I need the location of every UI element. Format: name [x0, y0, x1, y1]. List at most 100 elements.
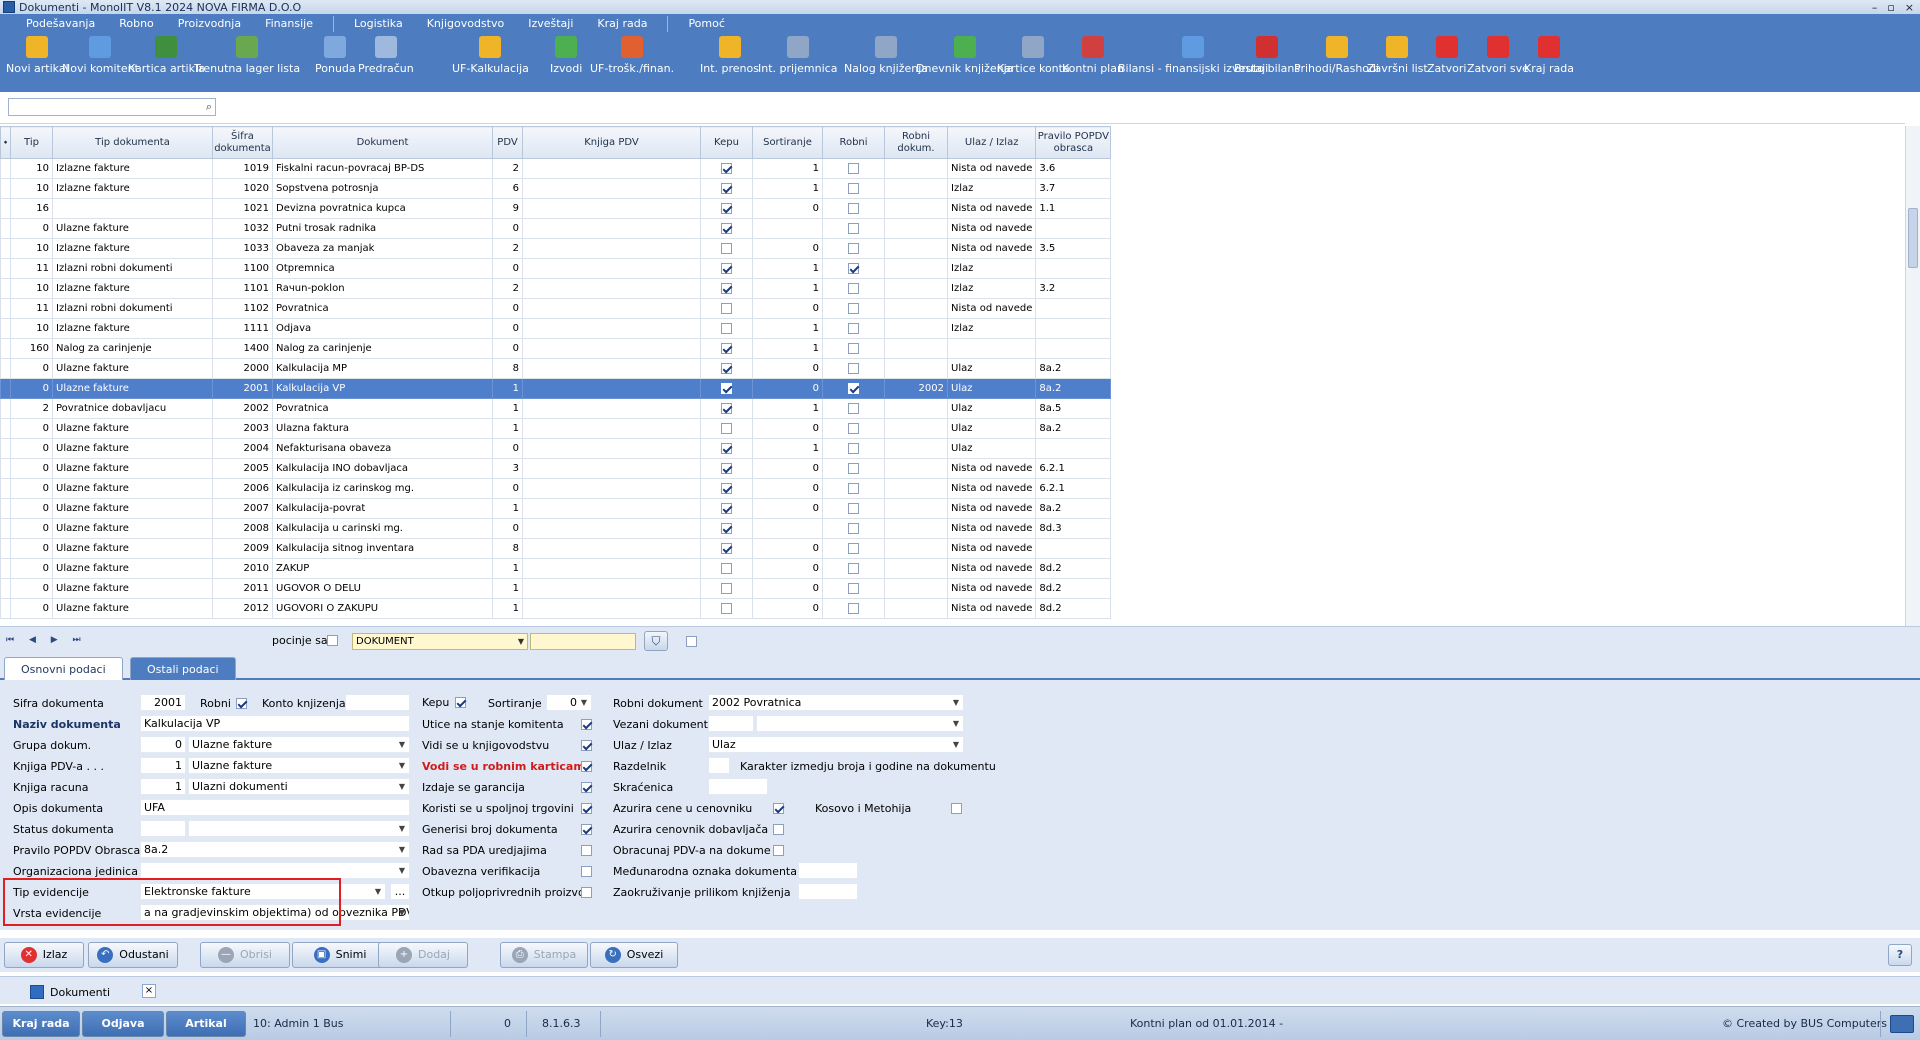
cell-pdv[interactable]: 9 [492, 198, 523, 219]
cell-pravilo[interactable]: 8d.2 [1035, 598, 1112, 619]
cell-sortiranje[interactable]: 1 [752, 438, 823, 459]
cell-pravilo[interactable] [1035, 298, 1112, 319]
table-row[interactable]: 11 Izlazni robni dokumenti 1100 Otpremnica 0… [0, 258, 1112, 279]
status-code[interactable] [140, 820, 186, 837]
checkbox[interactable] [721, 402, 732, 414]
cell-sortiranje[interactable]: 1 [752, 258, 823, 279]
table-row[interactable]: 16 1021 Devizna povratnica kupca 9 0 Nista od… [0, 198, 1112, 219]
checkbox[interactable] [848, 302, 859, 314]
cell-robni[interactable] [822, 438, 885, 459]
naziv-field[interactable]: Kalkulacija VP [140, 715, 410, 732]
cell-pravilo[interactable]: 8a.2 [1035, 498, 1112, 519]
maximize-button[interactable]: ▫ [1887, 1, 1894, 14]
cell-dokument[interactable]: Fiskalni racun-povracaj BP-DS [272, 158, 493, 179]
cell-pravilo[interactable] [1035, 318, 1112, 339]
cell-tip[interactable]: 11 [10, 258, 53, 279]
robni-checkbox[interactable] [236, 698, 247, 709]
checkbox[interactable] [848, 242, 859, 254]
filter-funnel-button[interactable]: ⛉ [644, 631, 668, 651]
cell-robni-dokum[interactable] [884, 558, 948, 579]
cell-dokument[interactable]: ZAKUP [272, 558, 493, 579]
cell-kepu[interactable] [700, 158, 753, 179]
checkbox[interactable] [721, 502, 732, 514]
menu-knjigovodstvo[interactable]: Knjigovodstvo [415, 14, 517, 34]
osvezi-button[interactable]: ↻ Osvezi [590, 942, 678, 968]
cell-kepu[interactable] [700, 298, 753, 319]
opis-field[interactable]: UFA [140, 799, 410, 816]
cell-pdv[interactable]: 0 [492, 518, 523, 539]
cell-pravilo[interactable] [1035, 438, 1112, 459]
cell-tip[interactable]: 0 [10, 538, 53, 559]
cell-tip-dokumenta[interactable]: Ulazne fakture [52, 578, 213, 599]
medjunarodna-field[interactable] [798, 862, 858, 879]
toolbar-stock-list-button[interactable]: Trenutna lager lista [194, 36, 300, 75]
cell-ulaz-izlaz[interactable]: Izlaz [946, 278, 1037, 299]
cell-ulaz-izlaz[interactable]: Ulaz [946, 378, 1037, 399]
cell-pravilo[interactable]: 8d.2 [1035, 578, 1112, 599]
cell-tip-dokumenta[interactable]: Izlazni robni dokumenti [52, 258, 213, 279]
toolbar-close-x-button[interactable]: Zatvori [1427, 36, 1466, 75]
cell-pdv[interactable]: 0 [492, 318, 523, 339]
filter-field-select[interactable]: DOKUMENT ▼ [352, 633, 528, 650]
col-header-tip-dokumenta[interactable]: Tip dokumenta [52, 126, 213, 159]
cell-dokument[interactable]: Kalkulacija iz carinskog mg. [272, 478, 493, 499]
knjiga-pdv-select[interactable]: Ulazne fakture ▼ [188, 757, 410, 774]
cell-robni-dokum[interactable] [884, 358, 948, 379]
menu-izvestaji[interactable]: Izveštaji [516, 14, 585, 34]
knjiga-racuna-code[interactable]: 1 [140, 778, 186, 795]
cell-sifra[interactable]: 2010 [212, 558, 273, 579]
checkbox[interactable] [848, 422, 859, 434]
zaokruzivanje-field[interactable] [798, 883, 858, 900]
koristi-checkbox[interactable] [581, 803, 592, 814]
cell-dokument[interactable]: Otpremnica [272, 258, 493, 279]
checkbox[interactable] [848, 602, 859, 614]
cell-robni-dokum[interactable] [884, 518, 948, 539]
row-indicator[interactable] [0, 438, 11, 459]
cell-knjiga-pdv[interactable] [522, 438, 701, 459]
cell-tip[interactable]: 0 [10, 418, 53, 439]
cell-knjiga-pdv[interactable] [522, 318, 701, 339]
toolbar-internal-receipt-button[interactable]: Int. prijemnica [758, 36, 837, 75]
cell-ulaz-izlaz[interactable]: Ulaz [946, 358, 1037, 379]
document-tab-close-button[interactable]: × [142, 984, 156, 998]
checkbox[interactable] [721, 442, 732, 454]
cell-pravilo[interactable]: 3.7 [1035, 178, 1112, 199]
cell-tip-dokumenta[interactable]: Ulazne fakture [52, 218, 213, 239]
cell-robni-dokum[interactable] [884, 458, 948, 479]
cell-pdv[interactable]: 0 [492, 438, 523, 459]
col-header-sifra[interactable]: Šifra dokumenta [212, 126, 273, 159]
cell-robni[interactable] [822, 338, 885, 359]
menu-proizvodnja[interactable]: Proizvodnja [166, 14, 253, 34]
azurira-dob-checkbox[interactable] [773, 824, 784, 835]
row-indicator[interactable] [0, 498, 11, 519]
grid-vertical-scrollbar[interactable] [1905, 126, 1920, 626]
cell-kepu[interactable] [700, 558, 753, 579]
cell-sortiranje[interactable]: 0 [752, 298, 823, 319]
row-indicator[interactable] [0, 538, 11, 559]
checkbox[interactable] [721, 222, 732, 234]
cell-sortiranje[interactable]: 0 [752, 538, 823, 559]
cell-pravilo[interactable] [1035, 258, 1112, 279]
cell-knjiga-pdv[interactable] [522, 398, 701, 419]
table-row[interactable]: 0 Ulazne fakture 2009 Kalkulacija sitnog in… [0, 538, 1112, 559]
checkbox[interactable] [848, 582, 859, 594]
checkbox[interactable] [848, 442, 859, 454]
cell-sortiranje[interactable]: 0 [752, 478, 823, 499]
cell-knjiga-pdv[interactable] [522, 578, 701, 599]
cell-sortiranje[interactable]: 0 [752, 418, 823, 439]
cell-tip[interactable]: 10 [10, 318, 53, 339]
cell-ulaz-izlaz[interactable]: Nista od navede [946, 558, 1037, 579]
cell-dokument[interactable]: Povratnica [272, 298, 493, 319]
cell-tip-dokumenta[interactable]: Izlazne fakture [52, 278, 213, 299]
cell-robni-dokum[interactable] [884, 278, 948, 299]
razdelnik-field[interactable] [708, 757, 730, 774]
cell-robni-dokum[interactable] [884, 398, 948, 419]
cell-tip[interactable]: 2 [10, 398, 53, 419]
cell-robni[interactable] [822, 158, 885, 179]
cell-robni-dokum[interactable] [884, 238, 948, 259]
cell-sortiranje[interactable]: 0 [752, 578, 823, 599]
cell-dokument[interactable]: Kalkulacija u carinski mg. [272, 518, 493, 539]
cell-sortiranje[interactable]: 0 [752, 458, 823, 479]
cell-pravilo[interactable]: 8a.5 [1035, 398, 1112, 419]
cell-sifra[interactable]: 1020 [212, 178, 273, 199]
